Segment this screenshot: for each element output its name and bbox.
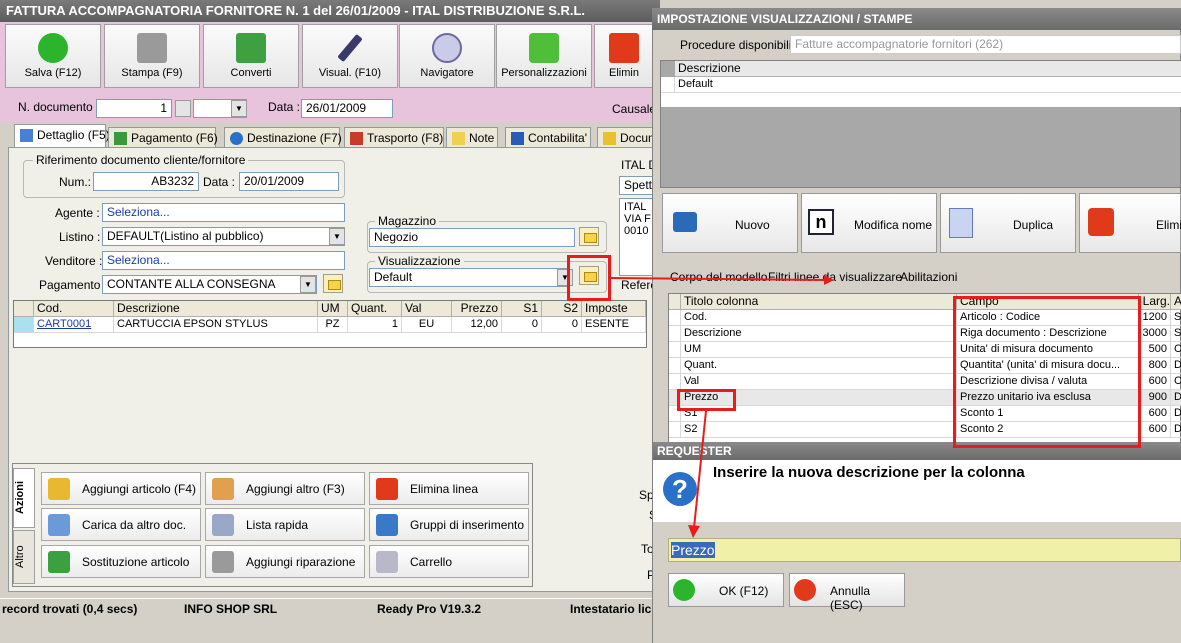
annotation-arrows <box>610 275 834 538</box>
